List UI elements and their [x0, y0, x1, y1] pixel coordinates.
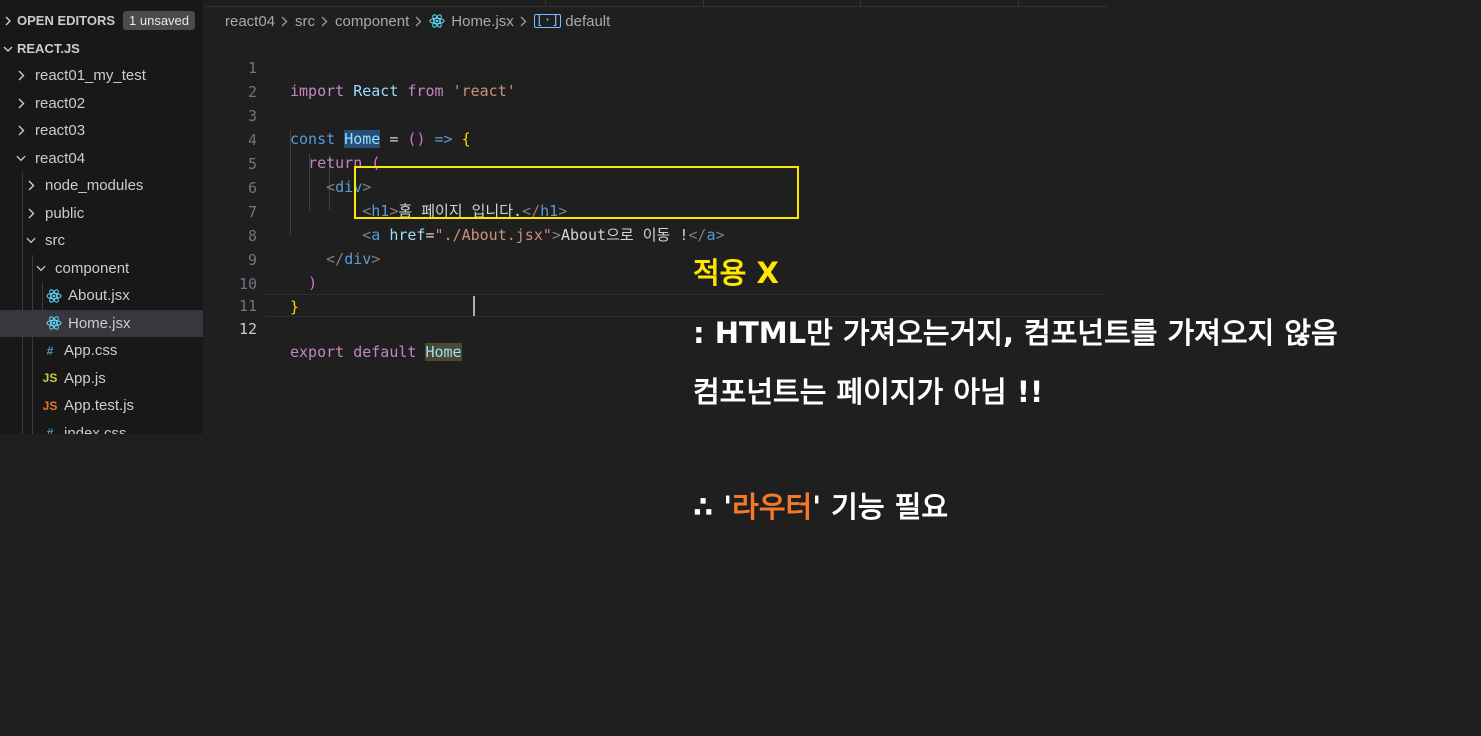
breadcrumb-item[interactable]: src [295, 13, 315, 30]
code-line[interactable]: 4 return ( [205, 106, 1107, 172]
chevron-right-icon [321, 16, 328, 27]
js-icon: JS [42, 371, 58, 385]
chevron-right-icon [16, 125, 26, 136]
annotation-highlight-box [354, 166, 799, 219]
tree-item-label: node_modules [45, 177, 144, 194]
react-icon [46, 288, 62, 304]
workspace-header[interactable]: REACT.JS [0, 35, 203, 62]
tree-folder[interactable]: react02 [0, 90, 203, 117]
chevron-down-icon [3, 45, 13, 53]
tree-folder[interactable]: react01_my_test [0, 62, 203, 89]
tree-item-label: App.js [64, 369, 106, 387]
chevron-right-icon [26, 180, 36, 191]
code-line[interactable]: 3 const Home = () => { [205, 82, 1107, 148]
tree-file[interactable]: JS App.test.js [0, 392, 203, 419]
unsaved-badge: 1 unsaved [123, 11, 196, 30]
explorer-sidebar: OPEN EDITORS 1 unsaved REACT.JS react01_… [0, 0, 203, 434]
symbol-variable-icon: [·] [533, 13, 562, 28]
annotation-title: 적용 X [693, 256, 779, 290]
annotation-text: ∴ ' [693, 490, 733, 524]
css-hash-icon: # [46, 343, 54, 358]
tree-item-label: App.css [64, 342, 118, 359]
chevron-right-icon [16, 70, 26, 81]
breadcrumb: react04 src component Home.jsx [·] defau… [225, 10, 610, 32]
chevron-right-icon [415, 16, 422, 27]
code-line[interactable]: 9 ) [205, 226, 1107, 292]
line-number: 12 [238, 320, 257, 338]
chevron-right-icon [16, 98, 26, 109]
tree-item-label: src [45, 232, 65, 249]
tree-folder[interactable]: react04 [0, 145, 203, 172]
indent-guide [22, 172, 23, 434]
tree-file[interactable]: # App.css [0, 337, 203, 364]
breadcrumb-item[interactable]: react04 [225, 13, 275, 30]
open-editors-header[interactable]: OPEN EDITORS 1 unsaved [0, 7, 203, 34]
js-test-icon: JS [42, 398, 58, 413]
code-line[interactable]: 1 import React from 'react' [205, 34, 1107, 100]
breadcrumb-file[interactable]: Home.jsx [451, 13, 514, 30]
tree-item-label: component [55, 259, 130, 277]
code-line[interactable]: 10 } [205, 250, 1107, 316]
tree-folder[interactable]: public [0, 200, 203, 227]
tree-folder[interactable]: component [0, 255, 203, 282]
tree-folder[interactable]: node_modules [0, 172, 203, 199]
annotation-conclusion: ∴ '라우터' 기능 필요 [693, 484, 948, 526]
chevron-down-icon [26, 237, 36, 244]
workspace-label: REACT.JS [17, 41, 80, 56]
annotation-text: ' 기능 필요 [812, 490, 948, 524]
chevron-right-icon [520, 16, 527, 27]
tree-file[interactable]: # index.css [0, 420, 203, 435]
chevron-right-icon [281, 16, 288, 27]
indent-guide [42, 282, 43, 337]
tree-folder[interactable]: src [0, 227, 203, 254]
tree-file[interactable]: JS App.js [0, 365, 203, 392]
tree-file[interactable]: About.jsx [0, 282, 203, 309]
open-editors-label: OPEN EDITORS [17, 13, 116, 28]
code-editor[interactable]: react04 src component Home.jsx [·] defau… [205, 0, 1107, 361]
chevron-down-icon [16, 155, 26, 162]
tree-item-label: About.jsx [68, 287, 130, 304]
chevron-down-icon [36, 265, 46, 272]
text-cursor [473, 296, 475, 316]
css-hash-icon: # [46, 426, 54, 434]
tree-item-label: App.test.js [64, 397, 135, 414]
breadcrumb-item[interactable]: component [335, 13, 409, 30]
tree-item-label: react01_my_test [35, 67, 146, 84]
code-line[interactable]: 2 [205, 58, 1107, 101]
tree-file[interactable]: Home.jsx [0, 309, 203, 337]
tree-item-label: react02 [35, 94, 86, 112]
breadcrumb-symbol[interactable]: default [565, 13, 610, 30]
code-line[interactable]: 11 [205, 272, 1107, 315]
tree-folder[interactable]: react03 [0, 117, 203, 144]
tree-item-label: index.css [64, 424, 127, 435]
react-icon [46, 315, 62, 331]
tree-item-label: public [45, 204, 85, 222]
chevron-right-icon [26, 208, 36, 219]
tree-item-label: Home.jsx [68, 314, 131, 332]
annotation-line: 컴포넌트는 페이지가 아님 !! [693, 375, 1044, 409]
indent-guide [32, 254, 33, 434]
tree-item-label: react04 [35, 149, 86, 167]
annotation-highlight-word: 라우터 [732, 490, 813, 524]
tree-item-label: react03 [35, 122, 86, 139]
chevron-right-icon [3, 16, 13, 26]
annotation-line: : HTML만 가져오는거지, 컴포넌트를 가져오지 않음 [693, 316, 1338, 350]
code-line[interactable]: 5 <div> [205, 130, 1107, 196]
react-icon [429, 13, 445, 29]
